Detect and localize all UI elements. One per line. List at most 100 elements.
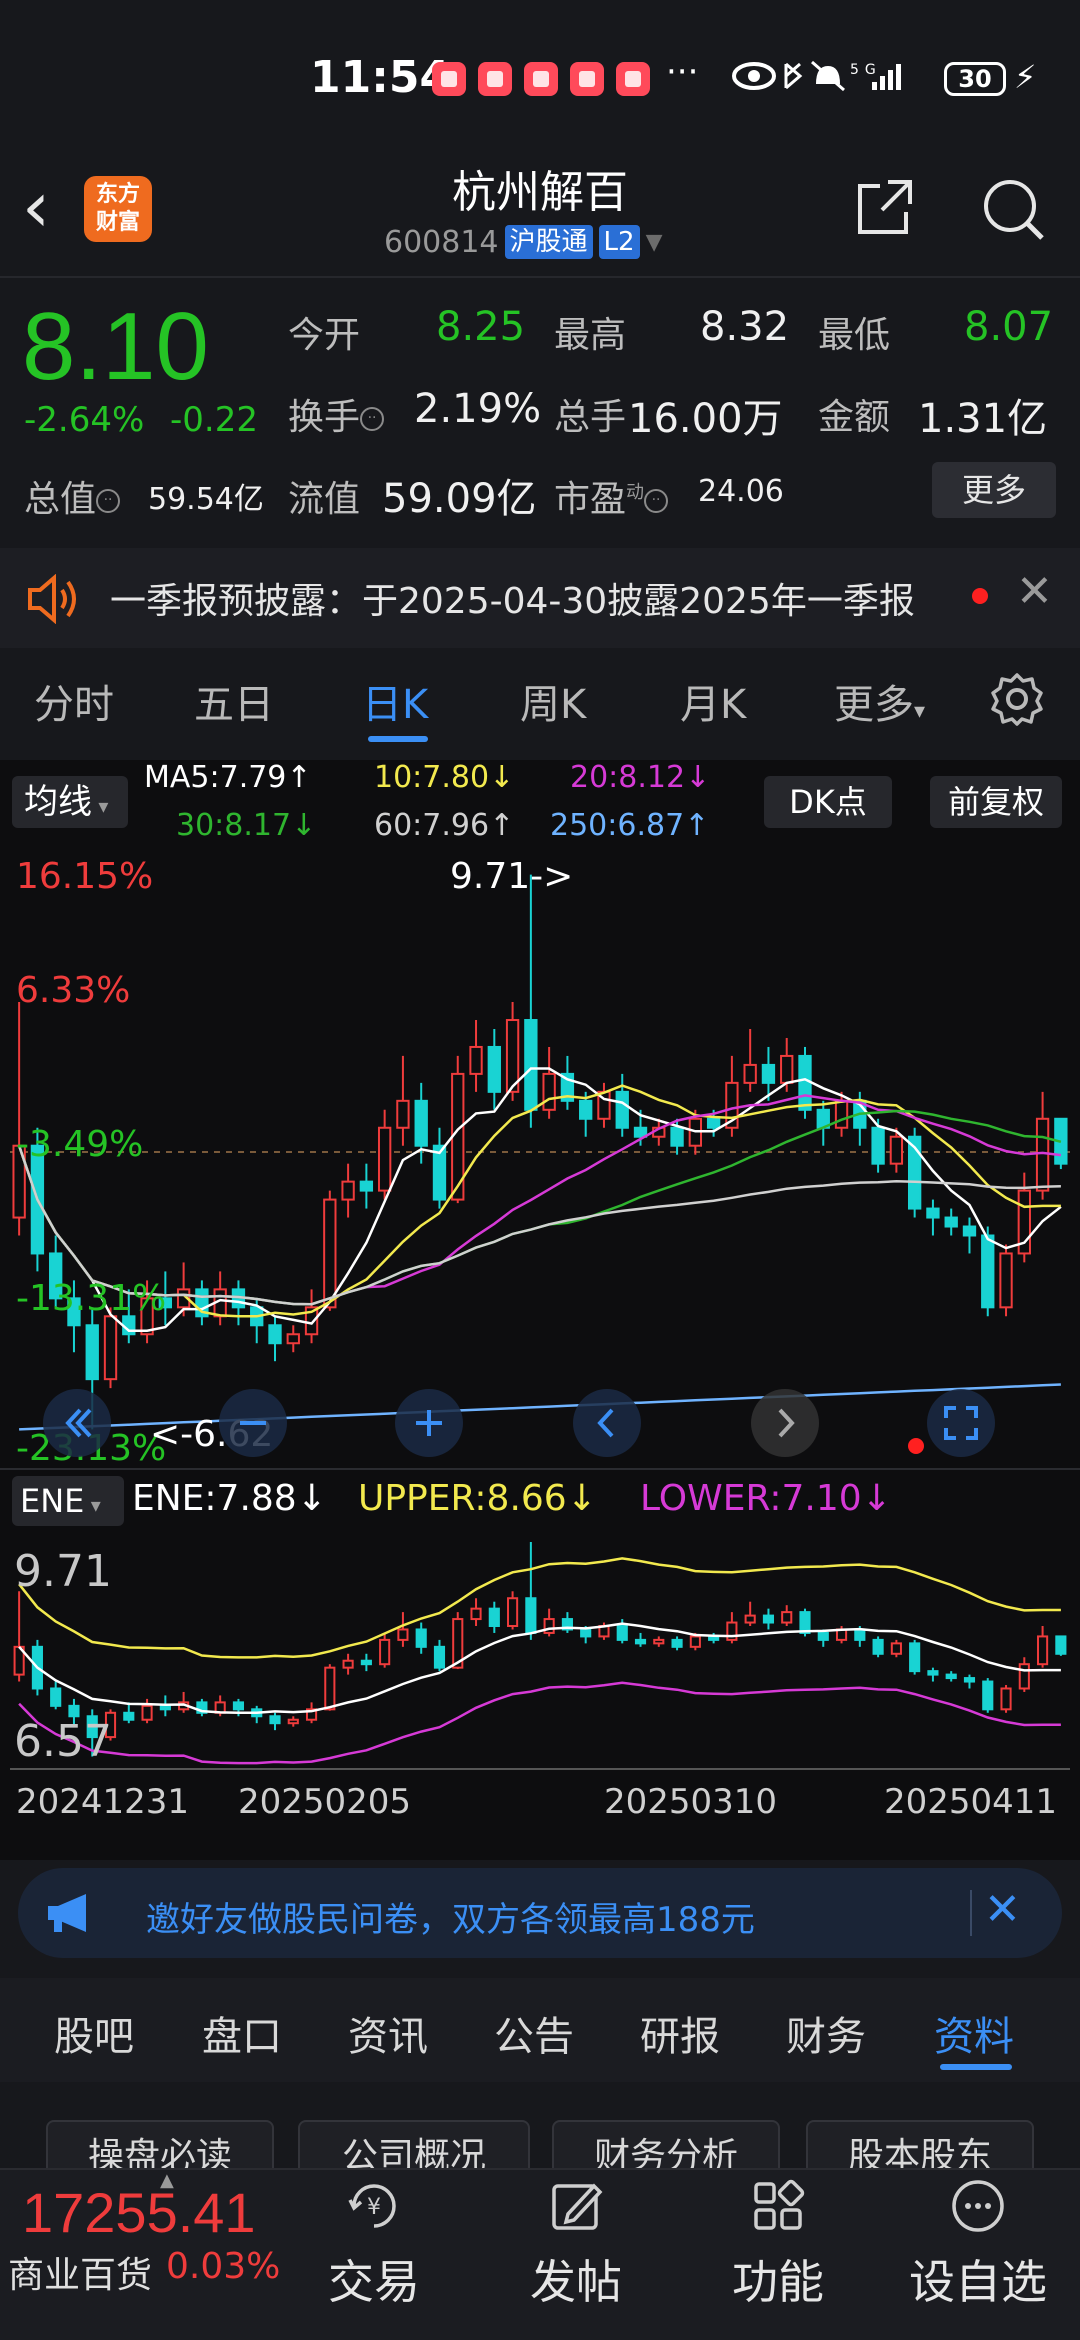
gear-icon[interactable]	[990, 672, 1044, 726]
float-cap-label: 流值	[288, 479, 361, 520]
zoom-out-icon[interactable]	[218, 1388, 288, 1458]
tab-intraday[interactable]: 分时	[34, 672, 114, 730]
tab-weekly-k[interactable]: 周K	[520, 672, 586, 730]
ene-chart[interactable]	[10, 1536, 1070, 1766]
turnover-value: 2.19%	[414, 386, 542, 432]
candle	[542, 1046, 556, 1119]
tab-guba[interactable]: 股吧	[54, 2004, 134, 2062]
candle	[359, 1163, 374, 1209]
info-icon[interactable]: ··	[360, 407, 385, 431]
notification-icon	[616, 62, 650, 96]
tab-daily-k[interactable]: 日K	[362, 672, 428, 730]
ene-candle	[963, 1674, 976, 1689]
date-label: 20241231	[16, 1782, 190, 1822]
ene-candle	[1018, 1657, 1030, 1692]
ma-select[interactable]: 均线 ▾	[12, 776, 128, 828]
high-label: 最高	[554, 315, 627, 356]
stock-code-row[interactable]: 600814 沪股通 L2 ▼	[384, 222, 663, 262]
ene-candle	[360, 1653, 372, 1672]
divider	[0, 276, 1080, 278]
tab-monthly-k[interactable]: 月K	[680, 672, 746, 730]
candle	[341, 1163, 355, 1218]
tab-five-day[interactable]: 五日	[194, 672, 274, 730]
current-price: 8.10	[22, 293, 209, 400]
candle	[944, 1208, 958, 1236]
tab-pankou[interactable]: 盘口	[202, 2004, 282, 2062]
ene-candle	[543, 1608, 555, 1637]
candle	[304, 1289, 319, 1344]
tab-profile[interactable]: 资料	[934, 2004, 1014, 2062]
dk-point-button[interactable]: DK点	[764, 776, 892, 828]
pe-value: 24.06	[698, 474, 784, 509]
nav-add-watchlist[interactable]: 设自选	[908, 2176, 1048, 2312]
tab-more[interactable]: 更多▾	[834, 672, 925, 730]
chevron-down-icon: ▾	[84, 1493, 101, 1517]
notification-icon	[478, 62, 512, 96]
zoom-in-icon[interactable]	[394, 1388, 464, 1458]
open-label: 今开	[288, 315, 361, 356]
close-icon[interactable]: ✕	[1016, 566, 1053, 617]
info-icon[interactable]: ··	[96, 489, 121, 513]
ene-candle	[1055, 1635, 1067, 1656]
indicator-select[interactable]: ENE ▾	[12, 1476, 124, 1526]
tab-announcements[interactable]: 公告	[494, 2004, 574, 2062]
nav-functions[interactable]: 功能	[708, 2176, 848, 2312]
sector-change: 0.03%	[166, 2246, 281, 2287]
close-icon[interactable]: ✕	[984, 1884, 1021, 1935]
ene-candle	[653, 1636, 665, 1647]
scroll-left-fast-icon[interactable]	[42, 1388, 112, 1458]
candle	[323, 1190, 337, 1311]
tab-finance[interactable]: 财务	[786, 2004, 866, 2062]
ma-lines	[17, 1067, 1062, 1431]
more-quote-button[interactable]: 更多	[932, 462, 1056, 518]
forward-adjust-button[interactable]: 前复权	[930, 776, 1062, 828]
nav-trade[interactable]: ¥ 交易	[304, 2176, 444, 2312]
ma60-line	[17, 1145, 1061, 1306]
ene-candle	[397, 1612, 409, 1647]
candle	[798, 1046, 812, 1119]
ene-line	[18, 1622, 1061, 1715]
divider	[970, 1890, 972, 1936]
volume-value: 16.00万	[628, 396, 783, 442]
candle	[816, 1100, 830, 1146]
ene-candle	[470, 1598, 482, 1627]
ma30-value: 30:8.17↓	[176, 808, 317, 843]
amount-value: 1.31亿	[918, 396, 1048, 442]
ene-candle	[50, 1681, 62, 1710]
ene-candle	[1000, 1685, 1012, 1713]
ene-candle	[269, 1712, 281, 1731]
tab-news[interactable]: 资讯	[348, 2004, 428, 2062]
x-axis	[10, 1768, 1070, 1770]
fullscreen-icon[interactable]	[926, 1388, 996, 1458]
share-icon[interactable]	[854, 176, 916, 238]
upper-line	[18, 1557, 1061, 1659]
status-time: 11:54	[310, 52, 451, 103]
ene-candle	[726, 1612, 738, 1644]
sector-index-value[interactable]: 17255.41	[22, 2180, 256, 2245]
ene-candle	[927, 1667, 939, 1682]
active-tab-indicator	[368, 736, 428, 742]
tab-research[interactable]: 研报	[640, 2004, 720, 2062]
ene-candle	[324, 1664, 336, 1711]
info-icon[interactable]: ··	[644, 489, 669, 513]
notice-text[interactable]: 一季报预披露：于2025-04-30披露2025年一季报	[110, 572, 915, 624]
candle	[487, 1028, 501, 1110]
candle	[432, 1127, 447, 1209]
stock-code: 600814	[384, 224, 499, 260]
scroll-left-icon[interactable]	[572, 1388, 642, 1458]
promo-text[interactable]: 邀好友做股民问卷，双方各领最高188元	[146, 1892, 755, 1941]
unread-dot	[972, 588, 988, 604]
candle	[743, 1028, 757, 1092]
scroll-right-icon[interactable]	[750, 1388, 820, 1458]
ene-bottom-label: 6.57	[14, 1716, 112, 1767]
candle	[377, 1109, 392, 1200]
date-label: 20250205	[238, 1782, 412, 1822]
ene-candle	[507, 1591, 519, 1630]
notification-icon	[432, 62, 466, 96]
edit-icon	[552, 2183, 603, 2230]
sector-name[interactable]: 商业百货	[8, 2246, 152, 2298]
nav-post[interactable]: 发帖	[506, 2176, 646, 2312]
kline-chart[interactable]	[10, 852, 1070, 1472]
date-label: 20250411	[884, 1782, 1058, 1822]
search-icon[interactable]	[980, 176, 1046, 242]
